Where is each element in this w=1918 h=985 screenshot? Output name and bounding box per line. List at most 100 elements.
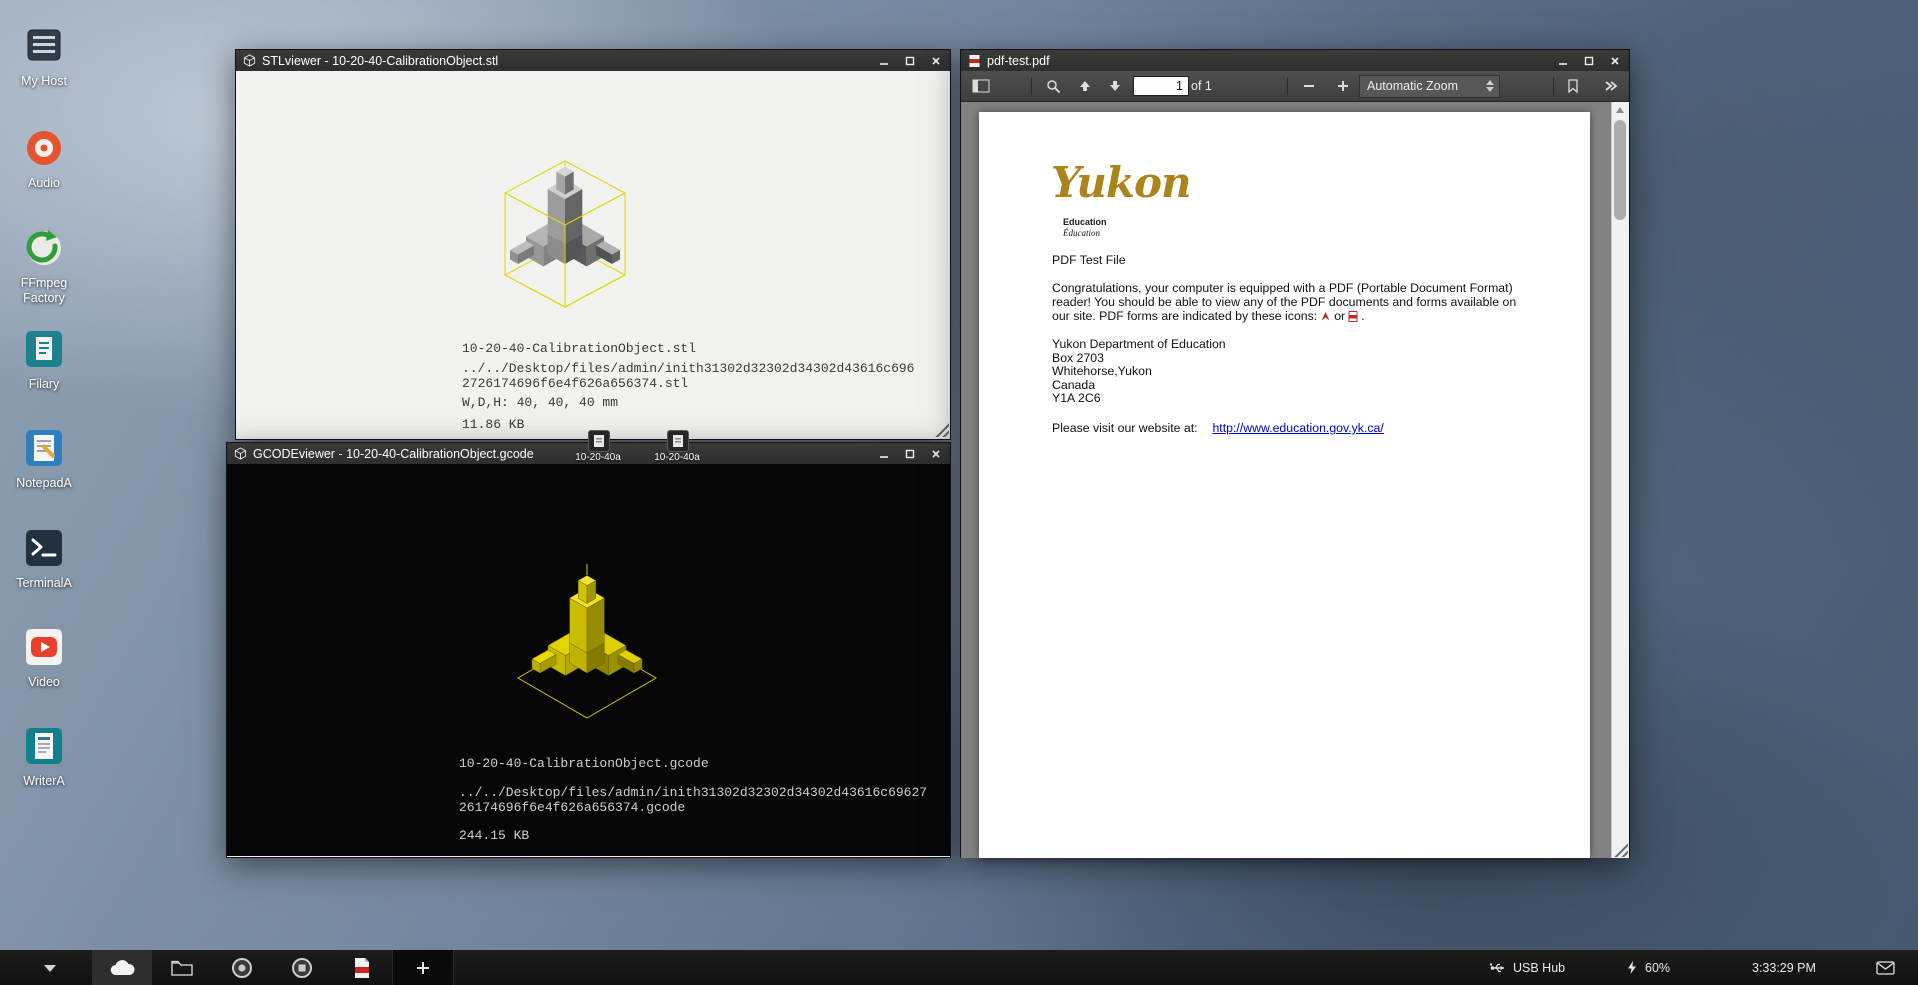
ffmpeg-icon: [22, 226, 66, 270]
gcode-viewport[interactable]: 10-20-40-CalibrationObject.gcode ../../D…: [227, 464, 950, 856]
stl-path-line1: ../../Desktop/files/admin/inith31302d323…: [462, 361, 914, 376]
filary-icon: [22, 327, 66, 371]
gcode-3d-render: [512, 560, 662, 730]
minimize-icon[interactable]: [1556, 54, 1570, 68]
stlviewer-window: STLviewer - 10-20-40-CalibrationObject.s…: [235, 49, 951, 440]
taskbar: USB Hub 60% 3:33:29 PM: [0, 950, 1918, 985]
page-down-icon[interactable]: [1103, 74, 1127, 98]
desktop-icon-audio[interactable]: [22, 126, 66, 170]
logo-subtitle-fr: Éducation: [1063, 228, 1100, 238]
notepad-icon: [22, 426, 66, 470]
desktop-icon-my-host[interactable]: [22, 24, 66, 68]
paragraph-line: reader! You should be able to view any o…: [1052, 296, 1516, 310]
gcode-path-line1: ../../Desktop/files/admin/inith31302d323…: [459, 785, 927, 800]
double-chevron-icon[interactable]: [1599, 74, 1623, 98]
desktop-icon-label: TerminalA: [2, 576, 86, 591]
desktop-icon-ffmpeg-factory[interactable]: [22, 226, 66, 270]
pdf-website-line: Please visit our website at: http://www.…: [1052, 422, 1384, 436]
pdf-toolbar: of 1 Automatic Zoom: [961, 71, 1629, 102]
zoom-select[interactable]: Automatic Zoom: [1359, 75, 1500, 98]
desktop-icon-label: FFmpeg Factory: [2, 276, 86, 306]
page-count-label: of 1: [1191, 79, 1212, 93]
desktop-icon-filary[interactable]: [22, 327, 66, 371]
file-chip-1[interactable]: [588, 430, 610, 452]
scrollbar-thumb[interactable]: [1614, 120, 1626, 220]
pdf-paragraph: Congratulations, your computer is equipp…: [1052, 282, 1516, 325]
stl-filename: 10-20-40-CalibrationObject.stl: [462, 341, 696, 356]
maximize-icon[interactable]: [903, 447, 917, 461]
mail-indicator[interactable]: [1876, 950, 1895, 985]
taskbar-stlviewer-button[interactable]: [212, 950, 272, 985]
desktop-icon-notepada[interactable]: [22, 426, 66, 470]
paragraph-line: Congratulations, your computer is equipp…: [1052, 282, 1516, 296]
pdf-window: pdf-test.pdf of 1 Automatic Zo: [960, 49, 1630, 858]
sidebar-toggle-icon[interactable]: [969, 74, 993, 98]
desktop-icon-terminala[interactable]: [22, 526, 66, 570]
window-title: STLviewer - 10-20-40-CalibrationObject.s…: [262, 54, 498, 68]
maximize-icon[interactable]: [903, 54, 917, 68]
caret-down-icon[interactable]: [44, 965, 56, 972]
close-icon[interactable]: [929, 447, 943, 461]
pdf-address-block: Yukon Department of Education Box 2703 W…: [1052, 338, 1226, 406]
window-title: pdf-test.pdf: [987, 54, 1050, 68]
minimize-icon[interactable]: [877, 447, 891, 461]
taskbar-pdf-button[interactable]: [332, 950, 392, 985]
stl-3d-render: [490, 151, 640, 311]
desktop-icon-label: NotepadA: [2, 476, 86, 491]
stl-filesize: 11.86 KB: [462, 417, 524, 432]
usb-hub-label: USB Hub: [1513, 961, 1565, 975]
zoom-out-icon[interactable]: [1297, 74, 1321, 98]
file-chip-label: 10-20-40a: [632, 452, 722, 463]
desktop-icon-writera[interactable]: [22, 724, 66, 768]
pdf-scrollbar[interactable]: [1611, 102, 1629, 858]
taskbar-cloud-button[interactable]: [92, 950, 152, 985]
address-line: Canada: [1052, 379, 1226, 393]
usb-hub-indicator[interactable]: USB Hub: [1490, 950, 1565, 985]
folder-icon: [171, 960, 193, 976]
zoom-in-icon[interactable]: [1331, 74, 1355, 98]
stl-path-line2: 2726174696f6e4f626a656374.stl: [462, 376, 688, 391]
stl-dimensions: W,D,H: 40, 40, 40 mm: [462, 395, 618, 410]
plus-icon: [415, 960, 431, 976]
page-number-input[interactable]: [1133, 76, 1189, 96]
cloud-icon: [108, 959, 136, 977]
pdf-heading: PDF Test File: [1052, 254, 1126, 268]
clock-label: 3:33:29 PM: [1752, 961, 1816, 975]
search-icon[interactable]: [1041, 74, 1065, 98]
website-link[interactable]: http://www.education.gov.yk.ca/: [1212, 421, 1383, 435]
close-icon[interactable]: [1608, 54, 1622, 68]
stlviewer-titlebar[interactable]: STLviewer - 10-20-40-CalibrationObject.s…: [236, 50, 950, 71]
stl-app-icon: [243, 54, 256, 67]
bookmark-icon[interactable]: [1561, 74, 1585, 98]
battery-icon: [1626, 960, 1638, 975]
file-chip-2[interactable]: [667, 430, 689, 452]
close-icon[interactable]: [929, 54, 943, 68]
yukon-logo: Yukon: [1051, 162, 1191, 204]
gcode-path-line2: 26174696f6e4f626a656374.gcode: [459, 800, 685, 815]
taskbar-files-button[interactable]: [152, 950, 212, 985]
pdf-content-area: Yukon Education Éducation PDF Test File …: [961, 102, 1629, 858]
pdf-app-icon: [968, 54, 981, 68]
acrobat-icon: [1320, 311, 1331, 326]
resize-grip[interactable]: [933, 421, 949, 437]
stl-viewport[interactable]: 10-20-40-CalibrationObject.stl ../../Des…: [236, 71, 950, 438]
page-up-icon[interactable]: [1073, 74, 1097, 98]
taskbar-gcodeviewer-button[interactable]: [272, 950, 332, 985]
writer-icon: [22, 724, 66, 768]
scroll-up-icon[interactable]: [1616, 107, 1624, 113]
logo-subtitle-en: Education: [1063, 217, 1107, 227]
clock[interactable]: 3:33:29 PM: [1752, 950, 1816, 985]
gcode-app-icon: [234, 447, 247, 460]
pdf-titlebar[interactable]: pdf-test.pdf: [961, 50, 1629, 71]
maximize-icon[interactable]: [1582, 54, 1596, 68]
pdf-form-icon: [1348, 311, 1358, 326]
gcode-filename: 10-20-40-CalibrationObject.gcode: [459, 756, 709, 771]
battery-indicator[interactable]: 60%: [1626, 950, 1670, 985]
website-label: Please visit our website at:: [1052, 421, 1198, 435]
video-icon: [22, 625, 66, 669]
taskbar-add-button[interactable]: [392, 950, 454, 985]
minimize-icon[interactable]: [877, 54, 891, 68]
desktop-icon-video[interactable]: [22, 625, 66, 669]
app-circle-icon: [231, 957, 253, 979]
address-line: Whitehorse,Yukon: [1052, 365, 1226, 379]
